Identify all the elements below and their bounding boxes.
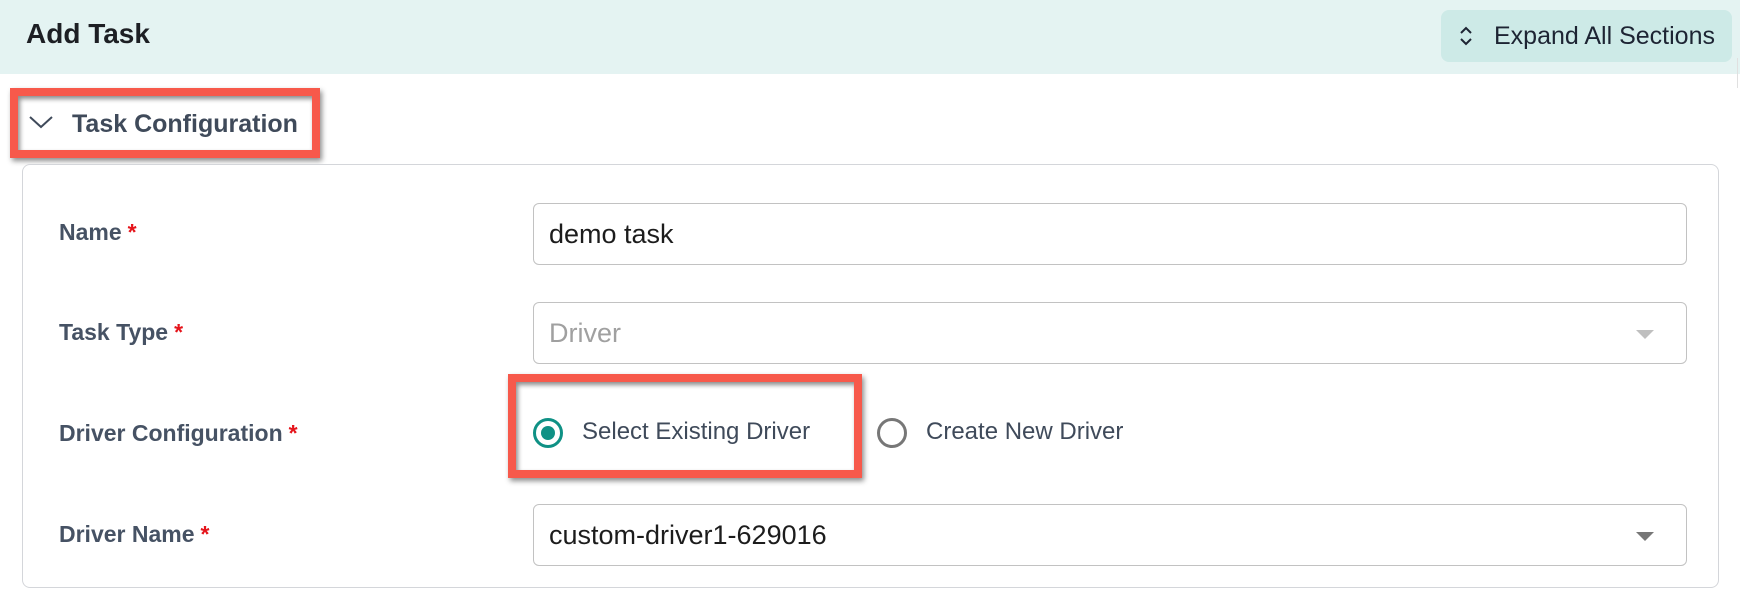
driver-configuration-label: Driver Configuration * — [59, 420, 298, 447]
name-label: Name * — [59, 219, 137, 246]
dropdown-arrow-icon — [1636, 330, 1654, 339]
driver-name-select[interactable]: custom-driver1-629016 — [533, 504, 1687, 566]
name-input-value: demo task — [549, 219, 674, 249]
task-type-select[interactable]: Driver — [533, 302, 1687, 364]
expand-all-sections-button[interactable]: Expand All Sections — [1441, 10, 1732, 62]
driver-name-select-value: custom-driver1-629016 — [549, 520, 827, 550]
section-title: Task Configuration — [72, 110, 298, 138]
section-toggle-task-configuration[interactable]: Task Configuration — [14, 90, 316, 154]
chevron-down-icon — [29, 116, 53, 129]
required-marker: * — [127, 219, 137, 245]
radio-label: Create New Driver — [926, 418, 1124, 445]
task-type-select-value: Driver — [549, 318, 621, 348]
name-label-text: Name — [59, 219, 122, 245]
radio-checked-icon — [533, 418, 563, 448]
chevron-up-down-icon — [1460, 26, 1472, 46]
driver-name-label-text: Driver Name — [59, 521, 195, 547]
expand-all-sections-label: Expand All Sections — [1494, 22, 1715, 50]
page-title: Add Task — [26, 18, 150, 49]
required-marker: * — [174, 319, 184, 345]
dropdown-arrow-icon — [1636, 532, 1654, 541]
task-type-label-text: Task Type — [59, 319, 169, 345]
name-input[interactable]: demo task — [533, 203, 1687, 265]
driver-name-label: Driver Name * — [59, 521, 209, 548]
task-type-label: Task Type * — [59, 319, 183, 346]
driver-configuration-label-text: Driver Configuration — [59, 420, 283, 446]
radio-label: Select Existing Driver — [582, 418, 811, 445]
required-marker: * — [288, 420, 298, 446]
page-header: Add Task Expand All Sections — [0, 0, 1740, 88]
radio-unchecked-icon — [877, 418, 907, 448]
required-marker: * — [200, 521, 210, 547]
